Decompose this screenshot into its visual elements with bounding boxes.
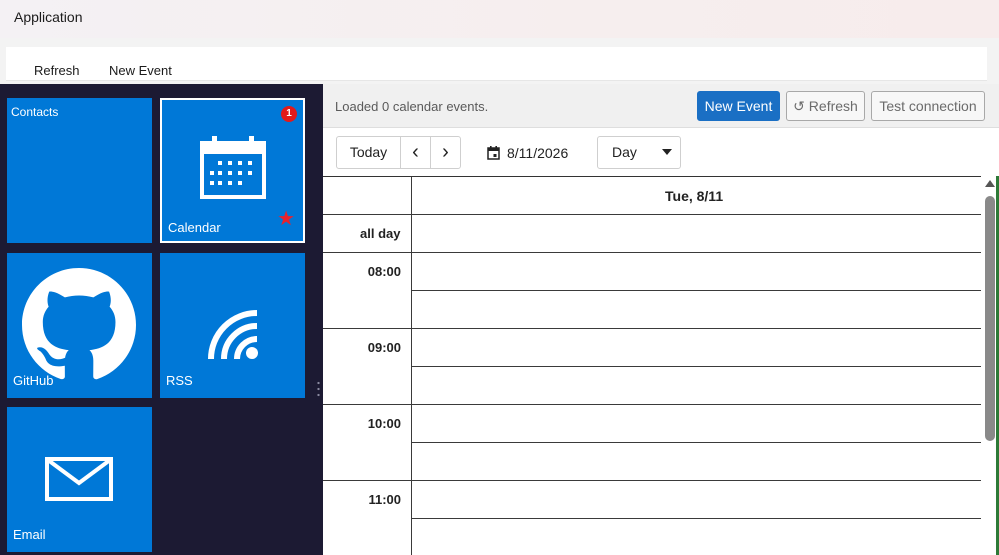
github-icon [22,268,136,380]
calendar-nav: Today ‹ › 8/11/2026 Day [323,128,999,176]
prev-button[interactable]: ‹ [400,137,430,168]
hour-label: 08:00 [367,264,401,279]
menu-refresh[interactable]: Refresh [34,63,80,78]
tile-pane: Contacts 1 Calendar ★ GitHub RSS Email [0,84,314,555]
all-day-slot[interactable] [412,215,981,252]
date-picker[interactable]: 8/11/2026 [487,145,568,161]
time-slot[interactable] [412,253,981,290]
menu-bar: Refresh New Event [6,47,987,81]
status-text: Loaded 0 calendar events. [335,99,489,114]
notification-badge: 1 [281,106,297,122]
time-slot[interactable] [412,519,981,555]
date-value: 8/11/2026 [507,145,569,161]
date-nav-group: Today ‹ › [336,136,461,169]
title-bar: Application [0,0,999,38]
day-header: Tue, 8/11 [665,188,724,204]
next-button[interactable]: › [430,137,460,168]
today-button[interactable]: Today [337,137,400,168]
tile-github[interactable]: GitHub [7,253,152,398]
refresh-button[interactable]: ↺ Refresh [786,91,865,121]
chevron-down-icon [662,149,672,155]
test-connection-button[interactable]: Test connection [871,91,985,121]
window-title: Application [14,9,83,25]
menu-new-event[interactable]: New Event [109,63,172,78]
time-slot[interactable] [412,405,981,442]
tile-rss[interactable]: RSS [160,253,305,398]
view-select[interactable]: Day [597,136,681,169]
time-slot[interactable] [412,291,981,328]
calendar-toolbar: Loaded 0 calendar events. New Event ↺ Re… [323,84,999,128]
tile-contacts[interactable]: Contacts [7,98,152,243]
new-event-button[interactable]: New Event [697,91,780,121]
tile-label: GitHub [13,373,54,388]
splitter-grip-icon [317,380,320,398]
scrollbar-thumb[interactable] [985,196,995,441]
time-slot[interactable] [412,481,981,518]
tile-calendar[interactable]: 1 Calendar ★ [160,98,305,243]
all-day-label: all day [360,226,401,241]
tile-label: Email [13,527,46,542]
tile-label: Contacts [11,105,59,119]
tile-email[interactable]: Email [7,407,152,552]
view-select-value: Day [612,144,637,160]
email-icon [45,457,113,501]
scroll-up-icon[interactable] [985,180,995,187]
calendar-icon [200,136,266,199]
calendar-pane: Loaded 0 calendar events. New Event ↺ Re… [323,84,999,555]
time-slot[interactable] [412,367,981,404]
hour-label: 09:00 [367,340,401,355]
day-grid: Tue, 8/11 all day 08:00 09:00 10:00 11:0… [323,176,983,555]
pane-splitter[interactable] [314,84,323,555]
tile-label: Calendar [168,220,221,235]
time-slot[interactable] [412,329,981,366]
calendar-small-icon [487,146,500,160]
time-slot[interactable] [412,443,981,480]
hour-label: 10:00 [367,416,401,431]
rss-icon [208,310,258,360]
hour-label: 11:00 [368,492,401,507]
tile-label: RSS [166,373,193,388]
star-icon: ★ [277,208,295,230]
